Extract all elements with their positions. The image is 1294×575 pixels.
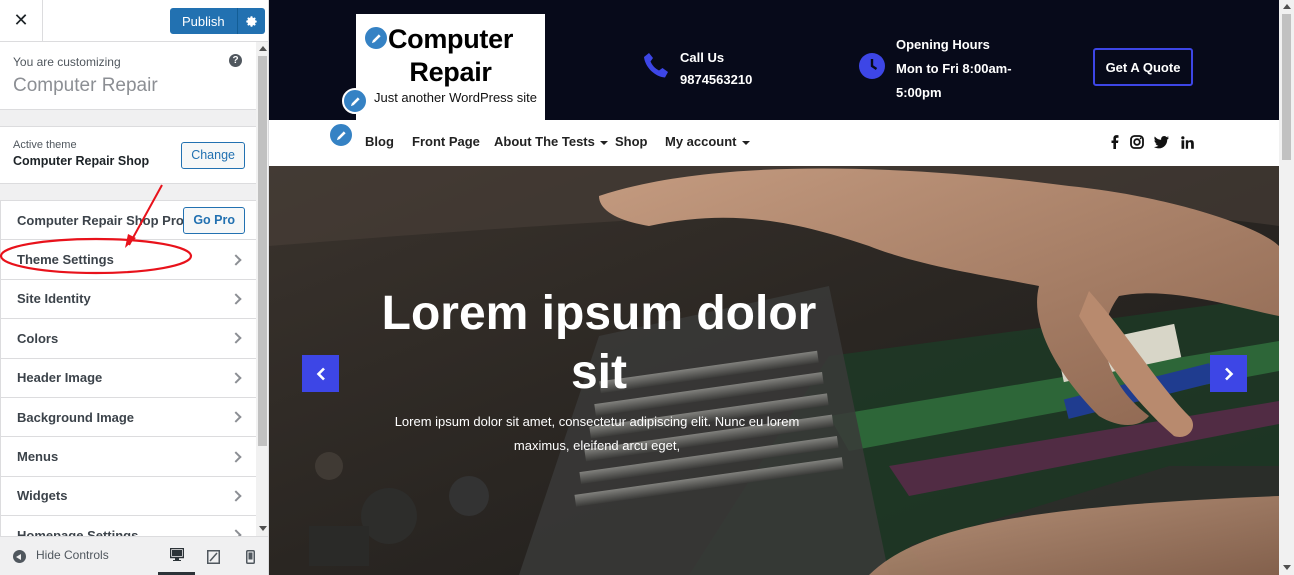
section-label: Theme Settings <box>17 252 114 268</box>
preview-mobile-button[interactable] <box>232 537 268 575</box>
sidebar-scrollbar-thumb[interactable] <box>258 56 267 446</box>
preview-tablet-button[interactable] <box>195 537 232 575</box>
customizer-footer: Hide Controls <box>0 536 268 575</box>
tablet-icon <box>207 549 220 564</box>
edit-shortcut-title[interactable] <box>363 25 389 51</box>
chevron-right-icon <box>230 372 242 384</box>
customizer-sections: Computer Repair Shop Pro Go Pro Theme Se… <box>0 200 256 536</box>
preview-scrollbar-thumb[interactable] <box>1282 14 1291 160</box>
desktop-icon <box>169 548 184 561</box>
hero-title: Lorem ipsum dolor sit <box>381 287 817 399</box>
scroll-down-arrow-icon[interactable] <box>1283 565 1291 570</box>
help-icon[interactable]: ? <box>229 54 242 67</box>
gear-icon <box>245 15 257 27</box>
change-theme-button[interactable]: Change <box>181 142 245 169</box>
publish-button[interactable]: Publish <box>170 8 237 34</box>
section-homepage-settings[interactable]: Homepage Settings <box>0 516 256 536</box>
section-label: Widgets <box>17 488 68 504</box>
chevron-right-icon <box>230 253 242 266</box>
section-label: Homepage Settings <box>17 527 139 536</box>
chevron-right-icon <box>1224 367 1233 380</box>
publish-group: Publish <box>170 8 265 34</box>
pencil-icon <box>371 33 381 43</box>
opening-hours-days: Mon to Fri 8:00am- <box>896 61 1012 76</box>
chevron-right-icon <box>230 450 242 463</box>
clock-icon <box>859 53 885 79</box>
nav-item-front-page[interactable]: Front Page <box>412 134 480 149</box>
edit-shortcut-tagline[interactable] <box>342 88 368 114</box>
call-label: Call Us <box>680 50 725 65</box>
caret-down-icon <box>599 140 608 145</box>
pro-upsell-label: Computer Repair Shop Pro <box>17 212 184 228</box>
section-label: Header Image <box>17 370 103 386</box>
collapse-arrow-icon[interactable] <box>13 550 26 563</box>
section-theme-settings[interactable]: Theme Settings <box>0 240 256 280</box>
scroll-up-arrow-icon[interactable] <box>1283 4 1291 9</box>
slider-next-button[interactable] <box>1210 355 1247 392</box>
site-tagline: Just another WordPress site <box>373 90 538 105</box>
pro-upsell-row: Computer Repair Shop Pro Go Pro <box>0 201 256 241</box>
active-theme-section: Active theme Computer Repair Shop Change <box>0 126 256 184</box>
call-number[interactable]: 9874563210 <box>680 72 752 87</box>
nav-item-about-the-tests[interactable]: About The Tests <box>494 134 608 149</box>
publish-settings-button[interactable] <box>236 8 265 34</box>
section-label: Menus <box>17 449 59 465</box>
preview-scrollbar[interactable] <box>1279 0 1294 575</box>
get-a-quote-button[interactable]: Get A Quote <box>1093 48 1193 86</box>
customizer-header: ✕ Publish <box>0 0 268 42</box>
hero-slider: Lorem ipsum dolor sit Lorem ipsum dolor … <box>269 166 1279 575</box>
site-navigation: Blog Front Page About The Tests Shop My … <box>269 120 1279 166</box>
sidebar-scrollbar[interactable] <box>256 42 268 536</box>
customizer-sidebar: ✕ Publish You are customizing Computer R… <box>0 0 269 575</box>
pencil-icon <box>336 130 346 140</box>
chevron-right-icon <box>230 411 242 423</box>
section-background-image[interactable]: Background Image <box>0 397 256 438</box>
go-pro-button[interactable]: Go Pro <box>183 207 245 234</box>
phone-icon <box>644 53 668 78</box>
chevron-right-icon <box>230 490 242 502</box>
opening-hours-label: Opening Hours <box>896 37 990 52</box>
section-label: Colors <box>17 330 59 346</box>
opening-hours-time: 5:00pm <box>896 85 942 100</box>
edit-shortcut-menu[interactable] <box>328 122 354 148</box>
facebook-icon[interactable] <box>1107 134 1123 150</box>
scroll-down-arrow-icon[interactable] <box>259 526 267 531</box>
instagram-icon[interactable] <box>1129 134 1145 150</box>
chevron-left-icon <box>316 367 325 380</box>
nav-item-my-account[interactable]: My account <box>665 134 750 149</box>
nav-item-blog[interactable]: Blog <box>365 134 394 149</box>
customizing-label: You are customizing <box>13 55 121 69</box>
nav-item-shop[interactable]: Shop <box>615 134 648 149</box>
section-header-image[interactable]: Header Image <box>0 358 256 398</box>
chevron-right-icon <box>230 293 242 305</box>
section-site-identity[interactable]: Site Identity <box>0 279 256 320</box>
linkedin-icon[interactable] <box>1179 134 1195 150</box>
mobile-icon <box>246 549 255 564</box>
customizer-panel: You are customizing Computer Repair ? Ac… <box>0 42 256 536</box>
twitter-icon[interactable] <box>1153 134 1169 150</box>
hide-controls-button[interactable]: Hide Controls <box>36 548 109 562</box>
hero-description: Lorem ipsum dolor sit amet, consectetur … <box>394 414 800 453</box>
preview-desktop-button[interactable] <box>158 537 195 575</box>
slider-prev-button[interactable] <box>302 355 339 392</box>
section-label: Site Identity <box>17 291 91 307</box>
customizing-info: You are customizing Computer Repair ? <box>0 42 256 110</box>
customizing-site-name: Computer Repair <box>13 75 158 96</box>
section-menus[interactable]: Menus <box>0 437 256 477</box>
section-label: Background Image <box>17 409 135 425</box>
site-topbar: Computer Repair Just another WordPress s… <box>269 0 1279 120</box>
chevron-right-icon <box>230 332 242 345</box>
section-colors[interactable]: Colors <box>0 319 256 359</box>
pencil-icon <box>350 96 360 106</box>
close-customizer-button[interactable]: ✕ <box>0 0 43 41</box>
section-widgets[interactable]: Widgets <box>0 476 256 517</box>
caret-down-icon <box>741 140 750 145</box>
site-preview: Computer Repair Just another WordPress s… <box>269 0 1279 575</box>
scroll-up-arrow-icon[interactable] <box>259 46 267 51</box>
